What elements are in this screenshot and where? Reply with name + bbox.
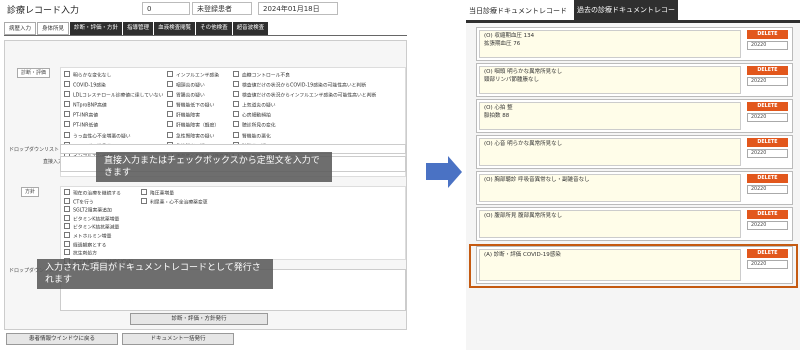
checkbox-item[interactable]: SGLT2阻害薬追加 [64,206,136,215]
delete-button[interactable]: DELETE [747,174,788,183]
record-date: 20220 [747,221,788,230]
record-item: (O) 腹部所見 腹部異常所見なし DELETE 20220 [476,207,793,241]
checkbox-item[interactable]: LDLコレステロール診療値に達していない [64,91,163,101]
document-record-panel: 当日診療ドキュメントレコード 過去の診療ドキュメントレコード (O) 収縮期血圧… [466,0,800,350]
record-text[interactable]: (O) 心拍 整 脈拍数 88 [479,102,741,130]
batch-issue-button[interactable]: ドキュメント一括発行 [122,333,234,345]
page-title: 診療レコード入力 [7,6,80,16]
record-date: 20220 [747,149,788,158]
checkbox-item[interactable]: 腎機能低下の疑い [167,101,234,111]
checkbox-item[interactable]: CTを行う [64,198,136,207]
tab-other-tests[interactable]: その他検査 [196,22,232,35]
checkbox-item[interactable]: 血糖コントロール不良 [233,71,376,81]
delete-button[interactable]: DELETE [747,102,788,111]
tab-ultrasound[interactable]: 超音波検査 [232,22,269,35]
record-list: (O) 収縮期血圧 134 拡張期血圧 76 DELETE 20220 (O) … [466,23,800,350]
delete-button[interactable]: DELETE [747,66,788,75]
checkbox-item[interactable]: 肝機能障害（軽度） [167,121,234,131]
record-text[interactable]: (O) 収縮期血圧 134 拡張期血圧 76 [479,30,741,58]
checkbox-item[interactable]: 検査値だけの状況からインフルエンザ感染の可能性高いと判断 [233,91,376,101]
checkbox-item[interactable]: ビタミンK拮抗薬増量 [64,215,136,224]
callout-input-hint: 直接入力またはチェックボックスから定型文を入力できます [96,152,332,182]
issue-diagnosis-button[interactable]: 診断・評価・方針発行 [130,313,268,325]
section-tabs: 病歴入力 身体所見 診断・評価・方針 指導管理 血液検査閲覧 その他検査 超音波… [4,22,407,35]
back-to-patient-button[interactable]: 患者情報ウインドウに戻る [6,333,118,345]
callout-issue-hint: 入力された項目がドキュメントレコードとして発行されます [37,259,273,289]
record-item: (O) 咽頭 明らかな異常所見なし 頸部リンパ節腫脹なし DELETE 2022… [476,63,793,97]
right-arrow-icon [448,156,462,188]
checkbox-item[interactable]: 胃腸炎の疑い [167,91,234,101]
record-item: (O) 収縮期血圧 134 拡張期血圧 76 DELETE 20220 [476,27,793,61]
record-date: 20220 [747,77,788,86]
checkbox-item[interactable]: 降圧薬増量 [141,189,208,198]
record-item: (O) 胸部聴診 呼吸音異常なし・副雑音なし DELETE 20220 [476,171,793,205]
patient-number-field[interactable]: 0 [142,2,190,15]
record-text[interactable]: (O) 胸部聴診 呼吸音異常なし・副雑音なし [479,174,741,202]
record-date: 20220 [747,41,788,50]
plan-section-label: 方針 [21,187,40,197]
checkbox-item[interactable]: 明らかな変化なし [64,71,163,81]
plan-column-2: 降圧薬増量 利尿薬・心不全治療薬変更 [141,189,208,206]
date-field[interactable]: 2024年01月18日 [258,2,338,15]
tabs-divider [4,35,407,36]
record-tabs: 当日診療ドキュメントレコード 過去の診療ドキュメントレコード [466,0,800,34]
diagnosis-section-label: 診断・評価 [17,68,51,78]
checkbox-item[interactable]: メトホルミン増量 [64,232,136,241]
delete-button[interactable]: DELETE [747,30,788,39]
checkbox-item[interactable]: PT-INR高値 [64,111,163,121]
record-text[interactable]: (O) 心音 明らかな異常所見なし [479,138,741,166]
tab-today-records[interactable]: 当日診療ドキュメントレコード [469,6,567,16]
checkbox-item[interactable]: 利尿薬・心不全治療薬変更 [141,198,208,207]
record-item: (O) 心拍 整 脈拍数 88 DELETE 20220 [476,99,793,133]
checkbox-item[interactable]: COVID-19感染 [64,81,163,91]
tab-history[interactable]: 病歴入力 [4,22,37,35]
checkbox-item[interactable]: 抗生剤処方 [64,249,136,258]
checkbox-item[interactable]: PT-INR低値 [64,121,163,131]
record-input-panel: 診療レコード入力 0 未登録患者 2024年01月18日 病歴入力 身体所見 診… [0,0,410,350]
dropdown-label: ドロップダウンリスト [9,147,60,153]
checkbox-item[interactable]: 肝機能障害 [167,111,234,121]
arrow-shaft [426,163,448,180]
plan-checkbox-area: 現在の治療を継続する CTを行う SGLT2阻害薬追加 ビタミンK拮抗薬増量 ビ… [60,186,406,274]
new-record-highlight [469,244,798,288]
checkbox-item[interactable]: 経過観察とする [64,241,136,250]
checkbox-item[interactable]: ビタミンK拮抗薬減量 [64,223,136,232]
checkbox-item[interactable]: 心房細動頻拍 [233,111,376,121]
delete-button[interactable]: DELETE [747,138,788,147]
tab-guidance[interactable]: 指導管理 [123,22,154,35]
checkbox-item[interactable]: NTproBNP高値 [64,101,163,111]
tab-blood-test[interactable]: 血液検査閲覧 [154,22,196,35]
checkbox-item[interactable]: 上気道炎の疑い [233,101,376,111]
checkbox-item[interactable]: 検査値だけの状況からCOVID-19感染の可能性高いと判断 [233,81,376,91]
record-date: 20220 [747,185,788,194]
screen: 診療レコード入力 0 未登録患者 2024年01月18日 病歴入力 身体所見 診… [0,0,800,350]
checkbox-item[interactable]: 現在の治療を継続する [64,189,136,198]
record-text[interactable]: (O) 腹部所見 腹部異常所見なし [479,210,741,238]
checkbox-item[interactable]: 聴診所見の変化 [233,121,376,131]
checkbox-item[interactable]: 腎機能の悪化 [233,132,376,142]
tab-diagnosis[interactable]: 診断・評価・方針 [70,22,123,35]
record-item: (O) 心音 明らかな異常所見なし DELETE 20220 [476,135,793,169]
checkbox-item[interactable]: 急性腎障害の疑い [167,132,234,142]
record-text[interactable]: (O) 咽頭 明らかな異常所見なし 頸部リンパ節腫脹なし [479,66,741,94]
delete-button[interactable]: DELETE [747,210,788,219]
tab-past-records[interactable]: 過去の診療ドキュメントレコード [574,0,678,34]
checkbox-item[interactable]: インフルエンザ感染 [167,71,234,81]
checkbox-item[interactable]: うっ血性心不全増悪の疑い [64,132,163,142]
checkbox-item[interactable]: 咽頭炎の疑い [167,81,234,91]
tab-physical[interactable]: 身体所見 [37,22,70,35]
record-date: 20220 [747,113,788,122]
patient-status-field: 未登録患者 [192,2,252,15]
